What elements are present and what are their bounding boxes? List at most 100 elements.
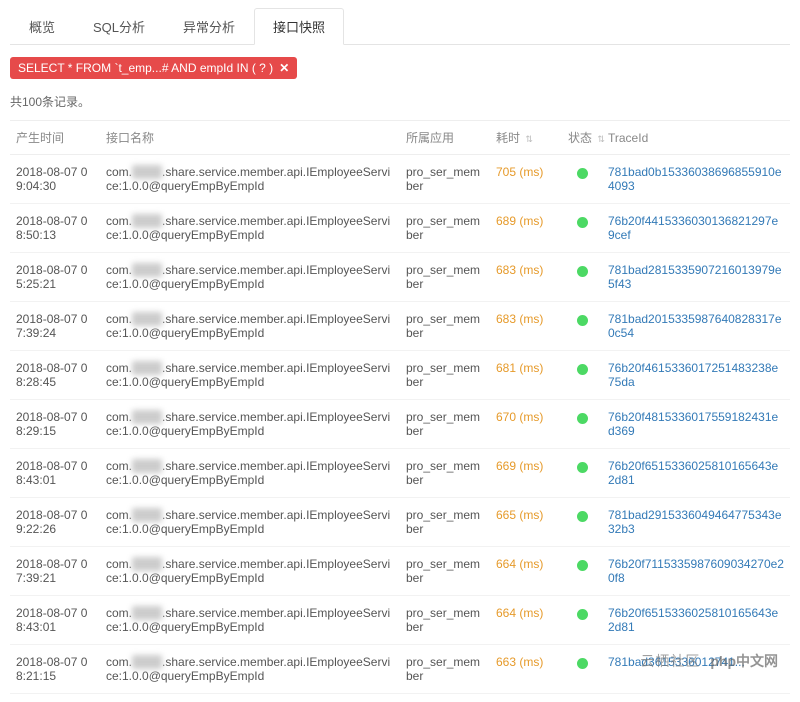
interface-prefix: com. xyxy=(106,508,132,522)
cell-duration: 681 (ms) xyxy=(490,351,562,400)
cell-app: pro_ser_member xyxy=(400,547,490,596)
cell-interface-name: com.xxxxx.share.service.member.api.IEmpl… xyxy=(100,155,400,204)
tabs-bar: 概览 SQL分析 异常分析 接口快照 xyxy=(10,8,790,45)
cell-duration: 669 (ms) xyxy=(490,449,562,498)
cell-duration: 665 (ms) xyxy=(490,498,562,547)
cell-trace: 781bad2915336049464775343e32b3 xyxy=(602,498,790,547)
status-dot-icon xyxy=(577,462,588,473)
cell-time: 2018-08-07 09:04:30 xyxy=(10,155,100,204)
cell-app: pro_ser_member xyxy=(400,253,490,302)
trace-link[interactable]: 76b20f4415336030136821297e9cef xyxy=(608,214,778,242)
tab-exception[interactable]: 异常分析 xyxy=(164,8,254,44)
cell-status xyxy=(562,400,602,449)
interface-prefix: com. xyxy=(106,557,132,571)
interface-prefix: com. xyxy=(106,459,132,473)
filter-chip[interactable]: SELECT * FROM `t_emp...# AND empId IN ( … xyxy=(10,57,297,79)
cell-app: pro_ser_member xyxy=(400,155,490,204)
cell-app: pro_ser_member xyxy=(400,498,490,547)
interface-masked: xxxxx xyxy=(132,508,162,522)
status-dot-icon xyxy=(577,315,588,326)
table-row: 2018-08-07 08:28:45com.xxxxx.share.servi… xyxy=(10,351,790,400)
status-dot-icon xyxy=(577,609,588,620)
cell-app: pro_ser_member xyxy=(400,449,490,498)
sort-icon[interactable]: ⇅ xyxy=(525,134,533,144)
interface-masked: xxxxx xyxy=(132,214,162,228)
sort-icon[interactable]: ⇅ xyxy=(597,134,605,144)
status-dot-icon xyxy=(577,217,588,228)
interface-masked: xxxxx xyxy=(132,606,162,620)
cell-duration: 689 (ms) xyxy=(490,204,562,253)
cell-status xyxy=(562,498,602,547)
trace-link[interactable]: 781bad2015335987640828317e0c54 xyxy=(608,312,782,340)
cell-interface-name: com.xxxxx.share.service.member.api.IEmpl… xyxy=(100,645,400,694)
cell-time: 2018-08-07 07:39:24 xyxy=(10,302,100,351)
cell-interface-name: com.xxxxx.share.service.member.api.IEmpl… xyxy=(100,253,400,302)
cell-duration: 683 (ms) xyxy=(490,253,562,302)
cell-time: 2018-08-07 05:25:21 xyxy=(10,253,100,302)
tab-sql[interactable]: SQL分析 xyxy=(74,8,164,44)
cell-status xyxy=(562,547,602,596)
interface-prefix: com. xyxy=(106,655,132,669)
interface-prefix: com. xyxy=(106,606,132,620)
interface-prefix: com. xyxy=(106,165,132,179)
cell-trace: 781bad3615336012741... xyxy=(602,645,790,694)
tab-snapshot[interactable]: 接口快照 xyxy=(254,8,344,45)
records-count: 共100条记录。 xyxy=(10,93,790,110)
cell-time: 2018-08-07 08:29:15 xyxy=(10,400,100,449)
trace-link[interactable]: 76b20f7115335987609034270e20f8 xyxy=(608,557,784,585)
cell-status xyxy=(562,253,602,302)
close-icon[interactable]: ✕ xyxy=(279,61,289,75)
status-dot-icon xyxy=(577,168,588,179)
trace-link[interactable]: 781bad0b15336038696855910e4093 xyxy=(608,165,782,193)
cell-app: pro_ser_member xyxy=(400,400,490,449)
cell-time: 2018-08-07 08:28:45 xyxy=(10,351,100,400)
trace-link[interactable]: 781bad2915336049464775343e32b3 xyxy=(608,508,782,536)
cell-duration: 664 (ms) xyxy=(490,547,562,596)
col-header-name[interactable]: 接口名称 xyxy=(100,121,400,155)
filter-chip-text: SELECT * FROM `t_emp...# AND empId IN ( … xyxy=(18,61,273,75)
trace-link[interactable]: 76b20f4615336017251483238e75da xyxy=(608,361,778,389)
cell-interface-name: com.xxxxx.share.service.member.api.IEmpl… xyxy=(100,400,400,449)
table-row: 2018-08-07 09:04:30com.xxxxx.share.servi… xyxy=(10,155,790,204)
trace-link[interactable]: 781bad3615336012741... xyxy=(608,655,745,669)
table-header-row: 产生时间 接口名称 所属应用 耗时 ⇅ 状态 ⇅ TraceId xyxy=(10,121,790,155)
cell-trace: 76b20f6515336025810165643e2d81 xyxy=(602,449,790,498)
table-row: 2018-08-07 07:39:24com.xxxxx.share.servi… xyxy=(10,302,790,351)
col-header-trace[interactable]: TraceId xyxy=(602,121,790,155)
cell-duration: 683 (ms) xyxy=(490,302,562,351)
status-dot-icon xyxy=(577,364,588,375)
cell-interface-name: com.xxxxx.share.service.member.api.IEmpl… xyxy=(100,498,400,547)
cell-app: pro_ser_member xyxy=(400,302,490,351)
col-header-status[interactable]: 状态 ⇅ xyxy=(562,121,602,155)
table-row: 2018-08-07 08:21:15com.xxxxx.share.servi… xyxy=(10,645,790,694)
status-dot-icon xyxy=(577,511,588,522)
interface-prefix: com. xyxy=(106,214,132,228)
cell-trace: 76b20f4815336017559182431ed369 xyxy=(602,400,790,449)
trace-link[interactable]: 76b20f6515336025810165643e2d81 xyxy=(608,459,778,487)
cell-trace: 781bad2815335907216013979e5f43 xyxy=(602,253,790,302)
table-row: 2018-08-07 05:25:21com.xxxxx.share.servi… xyxy=(10,253,790,302)
col-header-duration[interactable]: 耗时 ⇅ xyxy=(490,121,562,155)
interface-masked: xxxxx xyxy=(132,165,162,179)
cell-duration: 663 (ms) xyxy=(490,645,562,694)
table-row: 2018-08-07 08:29:15com.xxxxx.share.servi… xyxy=(10,400,790,449)
cell-status xyxy=(562,155,602,204)
interface-masked: xxxxx xyxy=(132,312,162,326)
col-header-status-label: 状态 xyxy=(568,131,592,145)
cell-trace: 76b20f4615336017251483238e75da xyxy=(602,351,790,400)
trace-link[interactable]: 76b20f6515336025810165643e2d81 xyxy=(608,606,778,634)
status-dot-icon xyxy=(577,266,588,277)
status-dot-icon xyxy=(577,413,588,424)
cell-interface-name: com.xxxxx.share.service.member.api.IEmpl… xyxy=(100,596,400,645)
cell-time: 2018-08-07 08:21:15 xyxy=(10,645,100,694)
status-dot-icon xyxy=(577,658,588,669)
col-header-duration-label: 耗时 xyxy=(496,131,520,145)
tab-overview[interactable]: 概览 xyxy=(10,8,74,44)
col-header-app[interactable]: 所属应用 xyxy=(400,121,490,155)
trace-link[interactable]: 781bad2815335907216013979e5f43 xyxy=(608,263,782,291)
cell-status xyxy=(562,449,602,498)
trace-link[interactable]: 76b20f4815336017559182431ed369 xyxy=(608,410,778,438)
col-header-time[interactable]: 产生时间 xyxy=(10,121,100,155)
cell-status xyxy=(562,645,602,694)
cell-trace: 781bad2015335987640828317e0c54 xyxy=(602,302,790,351)
